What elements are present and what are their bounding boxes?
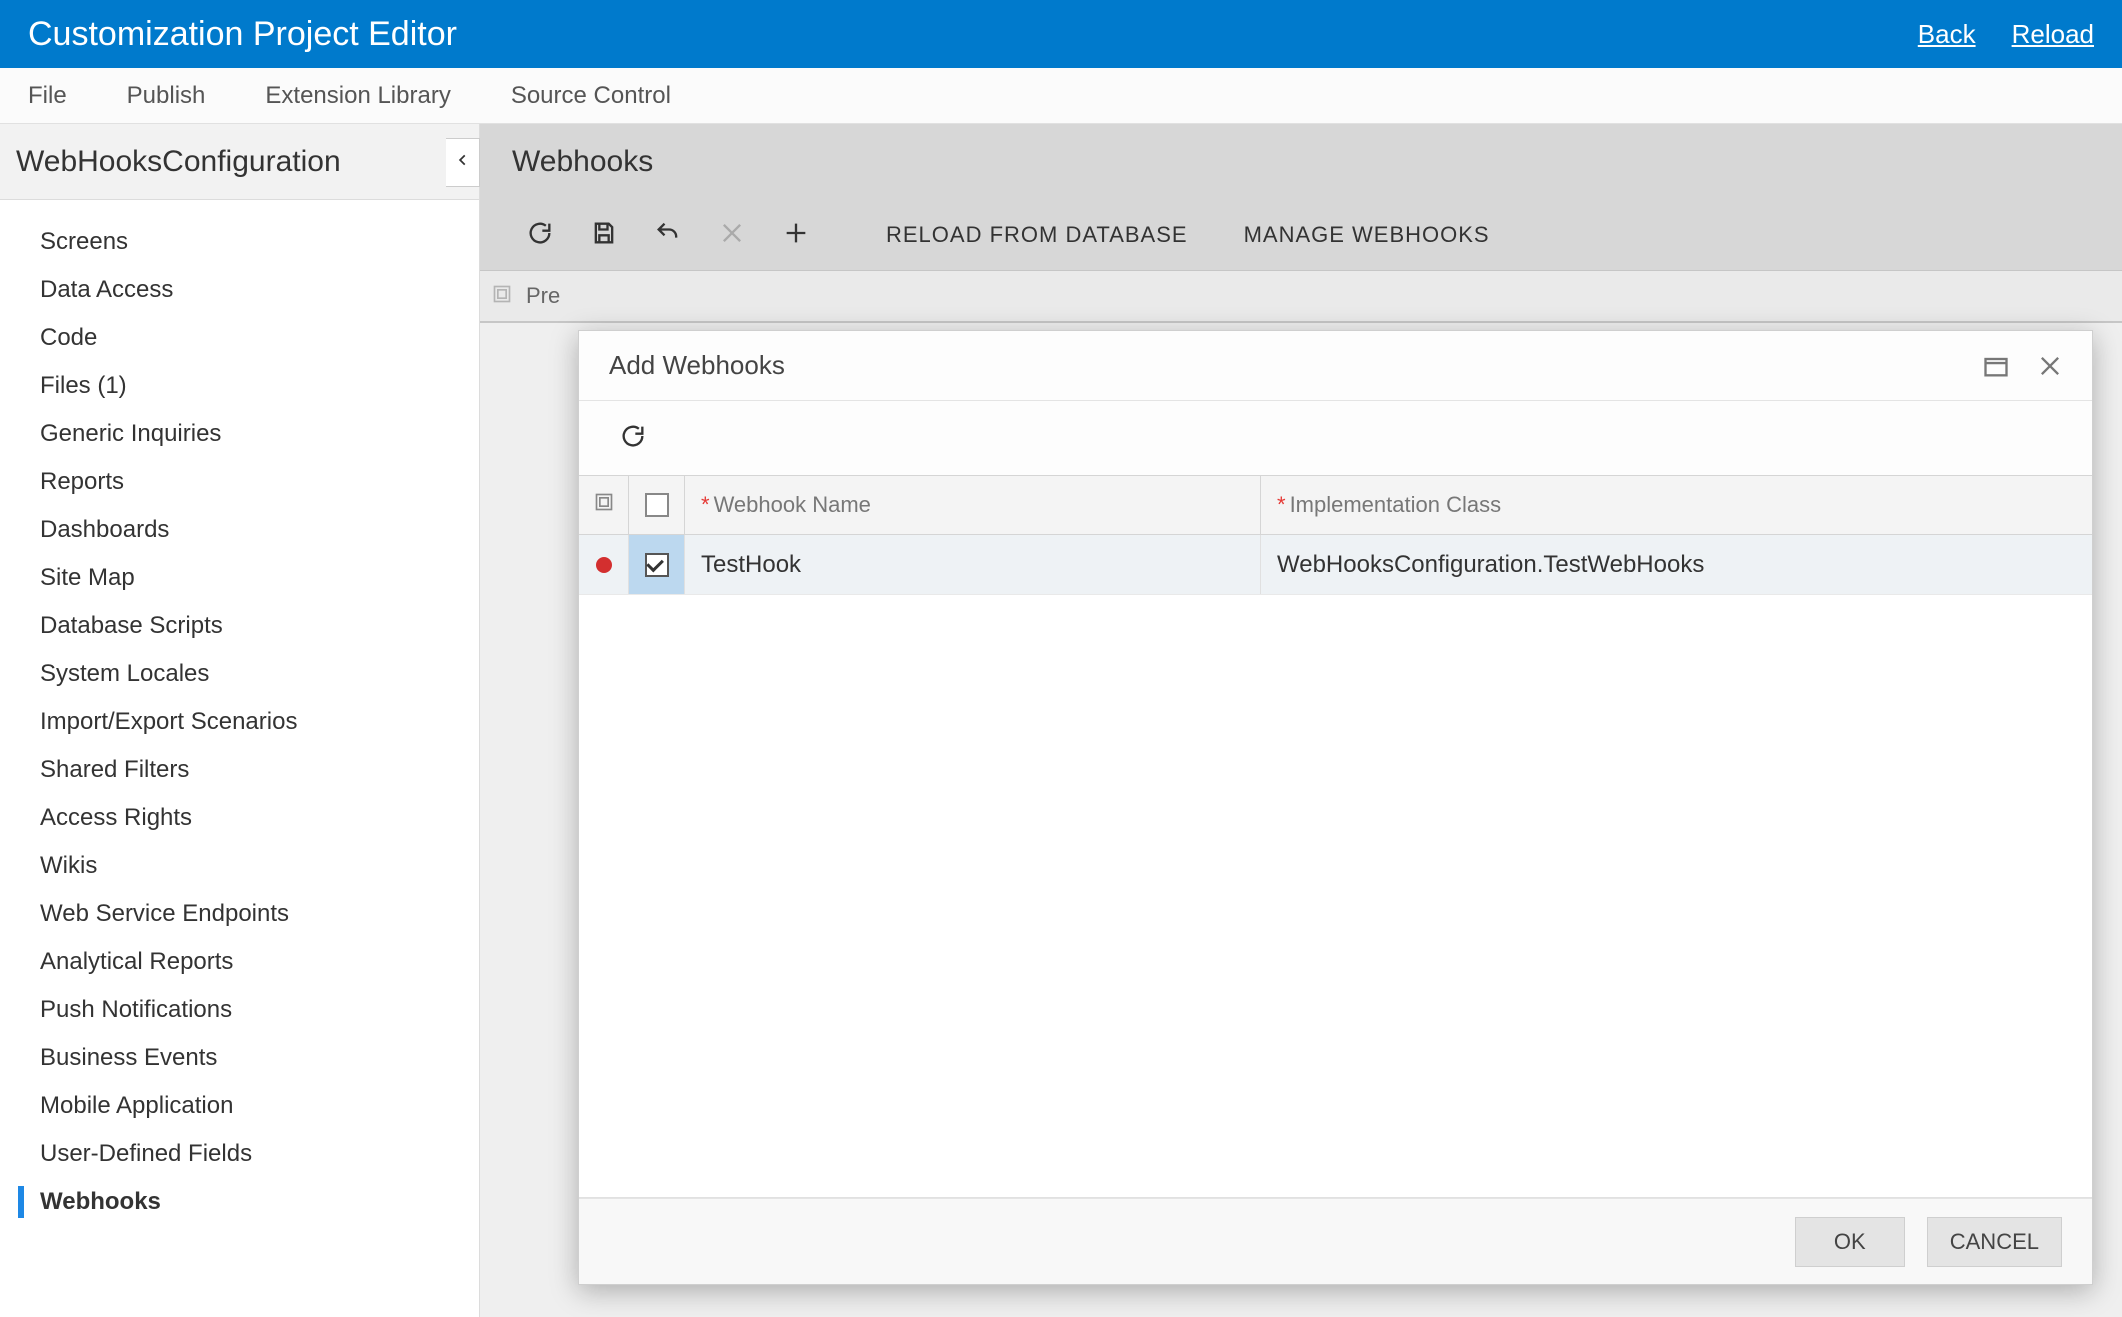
close-button[interactable] <box>2036 352 2064 380</box>
selector-icon <box>594 492 614 518</box>
sidebar-header: WebHooksConfiguration <box>0 124 479 200</box>
column-select-all[interactable] <box>629 476 685 534</box>
column-label: Webhook Name <box>714 492 871 518</box>
column-row-selector[interactable] <box>579 476 629 534</box>
sidebar-item-system-locales[interactable]: System Locales <box>0 650 479 698</box>
reload-link[interactable]: Reload <box>2012 19 2094 50</box>
required-star-icon: * <box>1277 492 1286 518</box>
background-grid-header: Pre <box>480 270 2122 322</box>
refresh-icon <box>619 422 647 455</box>
main-toolbar: RELOAD FROM DATABASE MANAGE WEBHOOKS <box>480 200 2122 270</box>
menu-publish[interactable]: Publish <box>127 82 206 110</box>
sidebar-item-screens[interactable]: Screens <box>0 218 479 266</box>
sidebar-item-import-export-scenarios[interactable]: Import/Export Scenarios <box>0 698 479 746</box>
save-button[interactable] <box>576 207 632 263</box>
menu-file[interactable]: File <box>28 82 67 110</box>
sidebar-item-database-scripts[interactable]: Database Scripts <box>0 602 479 650</box>
menu-source-control[interactable]: Source Control <box>511 82 671 110</box>
sidebar-items: ScreensData AccessCodeFiles (1)Generic I… <box>0 200 479 1317</box>
background-column-truncated: Pre <box>526 283 560 309</box>
reload-from-db-button[interactable]: RELOAD FROM DATABASE <box>862 222 1212 248</box>
dialog-refresh-button[interactable] <box>609 414 657 462</box>
sidebar-collapse-button[interactable] <box>446 138 480 187</box>
refresh-icon <box>526 219 554 252</box>
undo-icon <box>654 219 682 252</box>
dialog-title: Add Webhooks <box>609 350 785 381</box>
dirty-indicator-icon <box>596 557 612 573</box>
sidebar-item-webhooks[interactable]: Webhooks <box>0 1178 479 1226</box>
sidebar-item-shared-filters[interactable]: Shared Filters <box>0 746 479 794</box>
sidebar-item-web-service-endpoints[interactable]: Web Service Endpoints <box>0 890 479 938</box>
table-row[interactable]: TestHookWebHooksConfiguration.TestWebHoo… <box>579 535 2092 595</box>
row-implementation-class[interactable]: WebHooksConfiguration.TestWebHooks <box>1261 535 2092 594</box>
row-checkbox-cell[interactable] <box>629 535 685 594</box>
add-webhooks-dialog: Add Webhooks * Webhook Name * Implementa… <box>578 330 2093 1285</box>
sidebar-item-data-access[interactable]: Data Access <box>0 266 479 314</box>
maximize-button[interactable] <box>1982 352 2010 380</box>
dialog-grid-body: TestHookWebHooksConfiguration.TestWebHoo… <box>579 535 2092 1198</box>
menu-bar: File Publish Extension Library Source Co… <box>0 68 2122 124</box>
refresh-button[interactable] <box>512 207 568 263</box>
app-header: Customization Project Editor Back Reload <box>0 0 2122 68</box>
dialog-grid-header: * Webhook Name * Implementation Class <box>579 475 2092 535</box>
sidebar-item-access-rights[interactable]: Access Rights <box>0 794 479 842</box>
sidebar-item-push-notifications[interactable]: Push Notifications <box>0 986 479 1034</box>
sidebar-item-user-defined-fields[interactable]: User-Defined Fields <box>0 1130 479 1178</box>
delete-button[interactable] <box>704 207 760 263</box>
app-title: Customization Project Editor <box>28 15 457 54</box>
sidebar-project-name: WebHooksConfiguration <box>16 145 479 179</box>
chevron-left-icon <box>456 153 470 172</box>
cancel-button[interactable]: CANCEL <box>1927 1217 2062 1267</box>
dialog-header: Add Webhooks <box>579 331 2092 401</box>
row-status-cell <box>579 535 629 594</box>
sidebar: WebHooksConfiguration ScreensData Access… <box>0 124 480 1317</box>
save-icon <box>590 219 618 252</box>
dialog-footer: OK CANCEL <box>579 1198 2092 1284</box>
plus-icon <box>782 219 810 252</box>
sidebar-item-generic-inquiries[interactable]: Generic Inquiries <box>0 410 479 458</box>
maximize-icon <box>1982 367 2010 384</box>
sidebar-item-code[interactable]: Code <box>0 314 479 362</box>
row-webhook-name[interactable]: TestHook <box>685 535 1261 594</box>
close-icon <box>2036 367 2064 384</box>
sidebar-item-business-events[interactable]: Business Events <box>0 1034 479 1082</box>
sidebar-item-analytical-reports[interactable]: Analytical Reports <box>0 938 479 986</box>
dialog-toolbar <box>579 401 2092 475</box>
selector-icon <box>492 284 516 308</box>
column-implementation-class[interactable]: * Implementation Class <box>1261 476 2092 534</box>
sidebar-item-site-map[interactable]: Site Map <box>0 554 479 602</box>
column-webhook-name[interactable]: * Webhook Name <box>685 476 1261 534</box>
column-label: Implementation Class <box>1290 492 1502 518</box>
ok-button[interactable]: OK <box>1795 1217 1905 1267</box>
dialog-header-icons <box>1982 352 2064 380</box>
sidebar-item-wikis[interactable]: Wikis <box>0 842 479 890</box>
menu-extension-library[interactable]: Extension Library <box>265 82 450 110</box>
required-star-icon: * <box>701 492 710 518</box>
sidebar-item-mobile-application[interactable]: Mobile Application <box>0 1082 479 1130</box>
sidebar-item-files-1[interactable]: Files (1) <box>0 362 479 410</box>
manage-webhooks-button[interactable]: MANAGE WEBHOOKS <box>1220 222 1514 248</box>
sidebar-item-dashboards[interactable]: Dashboards <box>0 506 479 554</box>
back-link[interactable]: Back <box>1918 19 1976 50</box>
checkbox-icon <box>645 553 669 577</box>
sidebar-item-reports[interactable]: Reports <box>0 458 479 506</box>
page-title: Webhooks <box>512 145 653 179</box>
main-title-row: Webhooks <box>480 124 2122 200</box>
close-icon <box>718 219 746 252</box>
header-links: Back Reload <box>1918 19 2094 50</box>
checkbox-icon <box>645 493 669 517</box>
add-button[interactable] <box>768 207 824 263</box>
undo-button[interactable] <box>640 207 696 263</box>
